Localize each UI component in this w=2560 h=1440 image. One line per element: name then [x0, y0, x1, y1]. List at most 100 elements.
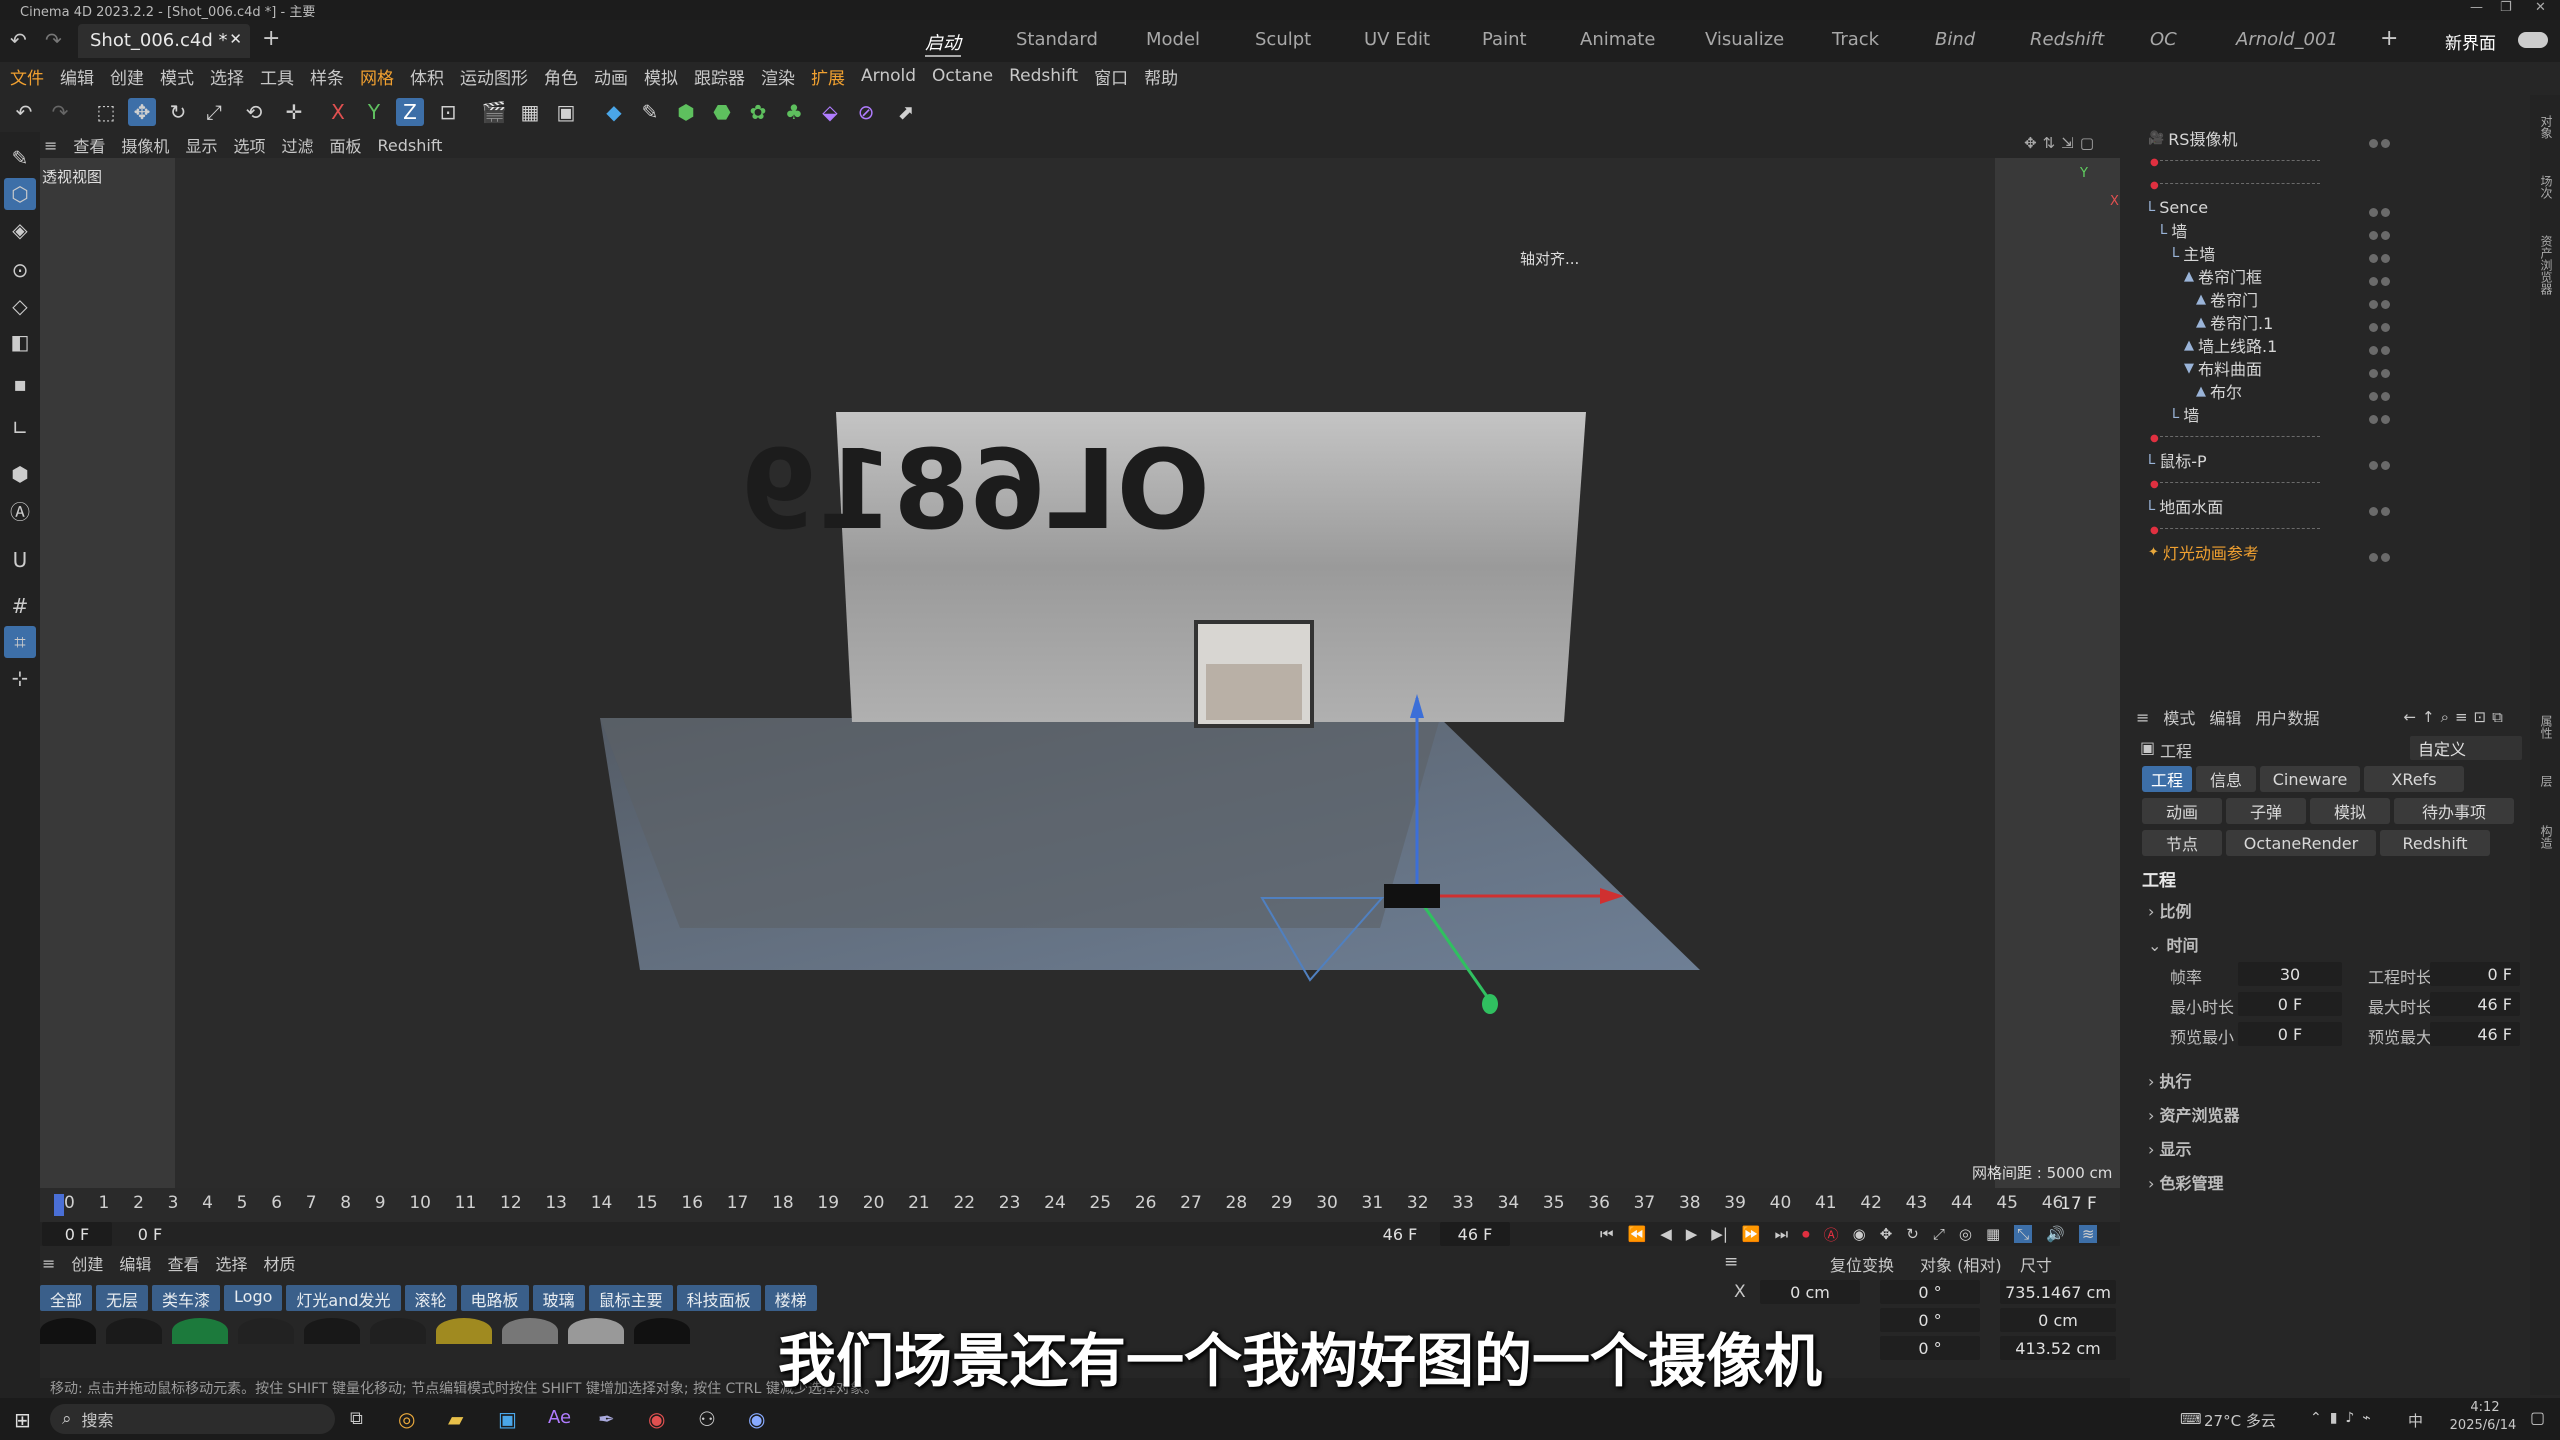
- menu-character[interactable]: 角色: [544, 64, 578, 89]
- perspective-viewport[interactable]: 透视视图 轴对齐... 网格间距 : 5000 cm Y X OL6819: [40, 158, 2120, 1188]
- layout-tab-paint[interactable]: Paint: [1482, 29, 1527, 50]
- menu-extensions[interactable]: 扩展: [811, 64, 845, 89]
- edges-mode-icon[interactable]: ◇: [4, 290, 36, 322]
- close-tab-icon[interactable]: ✕: [229, 30, 242, 48]
- visibility-dots[interactable]: [2366, 317, 2390, 337]
- object-tree-item[interactable]: L墙: [2160, 219, 2187, 241]
- workplane-icon[interactable]: ∟: [4, 412, 36, 444]
- keyboard-icon[interactable]: ⌨: [2180, 1410, 2202, 1428]
- weather-label[interactable]: 27°C 多云: [2204, 1410, 2276, 1431]
- min-time-field[interactable]: 0 F: [2238, 992, 2342, 1016]
- layout-tab-model[interactable]: Model: [1146, 29, 1200, 50]
- menu-help[interactable]: 帮助: [1144, 64, 1178, 89]
- x-axis-lock-icon[interactable]: X: [324, 98, 352, 126]
- menu-tools[interactable]: 工具: [260, 64, 294, 89]
- visibility-dots[interactable]: [2366, 547, 2390, 567]
- attr-tab-bullet[interactable]: 子弹: [2226, 798, 2306, 824]
- coord-system-icon[interactable]: ⊡: [434, 98, 462, 126]
- material-swatch[interactable]: [634, 1318, 690, 1344]
- after-effects-icon[interactable]: Ae: [548, 1407, 571, 1428]
- menu-tracker[interactable]: 跟踪器: [694, 64, 745, 89]
- layout-tab-oc[interactable]: OC: [2150, 29, 2177, 50]
- key-scale-icon[interactable]: ⤢: [1933, 1225, 1945, 1243]
- object-tree-item[interactable]: L 主墙: [2172, 242, 2215, 264]
- object-tree-item[interactable]: ▲ 卷帘门.1: [2196, 311, 2273, 333]
- material-swatch[interactable]: [40, 1318, 96, 1344]
- menu-simulate[interactable]: 模拟: [644, 64, 678, 89]
- notification-icon[interactable]: ▢: [2530, 1408, 2545, 1427]
- object-tree-item[interactable]: ▲ 布尔: [2196, 380, 2242, 402]
- material-tab-techpanel[interactable]: 科技面板: [676, 1285, 761, 1311]
- max-time-field[interactable]: 46 F: [2430, 992, 2520, 1016]
- group-scale-label[interactable]: › 比例: [2148, 898, 2192, 922]
- max-frame-field[interactable]: 46 F: [1370, 1222, 1430, 1246]
- menu-window[interactable]: 窗口: [1094, 64, 1128, 89]
- layout-tab-standard[interactable]: Standard: [1016, 29, 1098, 50]
- visibility-dots[interactable]: [2366, 363, 2390, 383]
- maximize-icon[interactable]: ❐: [2500, 0, 2512, 15]
- task-view-icon[interactable]: ⧉: [350, 1408, 363, 1429]
- visibility-dots[interactable]: [2366, 455, 2390, 475]
- group-time-label[interactable]: ⌄ 时间: [2148, 932, 2199, 956]
- preview-max-field[interactable]: 46 F: [2430, 1022, 2520, 1046]
- fcurve-icon[interactable]: ⤡: [2014, 1225, 2033, 1243]
- viewport-hamburger-icon[interactable]: ≡: [44, 136, 57, 155]
- material-tab-wheel[interactable]: 滚轮: [404, 1285, 457, 1311]
- layout-tab-redshift[interactable]: Redshift: [2030, 29, 2104, 50]
- dock-tab-takes[interactable]: 场次: [2538, 175, 2555, 199]
- visibility-dots[interactable]: [2366, 340, 2390, 360]
- object-tree-item[interactable]: L 地面水面: [2148, 495, 2223, 517]
- layout-tab-uvedit[interactable]: UV Edit: [1364, 29, 1430, 50]
- spline-pen-icon[interactable]: ✎: [636, 98, 664, 126]
- menu-spline[interactable]: 样条: [310, 64, 344, 89]
- attr-tab-simulation[interactable]: 模拟: [2310, 798, 2390, 824]
- attr-tab-xrefs[interactable]: XRefs: [2364, 766, 2464, 792]
- menu-edit[interactable]: 编辑: [60, 64, 94, 89]
- camera-object-icon[interactable]: ⊘: [852, 98, 880, 126]
- size-y-field[interactable]: 0 cm: [2000, 1308, 2116, 1332]
- play-icon[interactable]: ▶: [1686, 1225, 1698, 1243]
- material-menu-material[interactable]: 材质: [263, 1251, 295, 1275]
- visibility-dots[interactable]: [2366, 133, 2390, 153]
- material-menu-create[interactable]: 创建: [71, 1251, 103, 1275]
- grid-icon[interactable]: #: [4, 590, 36, 622]
- undo-icon[interactable]: ↶: [10, 98, 38, 126]
- doc-length-field[interactable]: 0 F: [2430, 962, 2520, 986]
- visibility-dots[interactable]: [2366, 225, 2390, 245]
- object-tree-item[interactable]: ✦ 灯光动画参考: [2148, 541, 2259, 563]
- menu-octane[interactable]: Octane: [932, 66, 993, 86]
- menu-mesh[interactable]: 网格: [360, 64, 394, 89]
- attr-tab-project[interactable]: 工程: [2142, 766, 2192, 792]
- layout-tab-visualize[interactable]: Visualize: [1705, 29, 1784, 50]
- menu-animate[interactable]: 动画: [594, 64, 628, 89]
- viewport-menu-panel[interactable]: 面板: [329, 133, 361, 157]
- snap-icon[interactable]: Ⓐ: [4, 494, 36, 526]
- menu-file[interactable]: 文件: [10, 64, 44, 89]
- group-color-management-label[interactable]: › 色彩管理: [2148, 1170, 2224, 1194]
- menu-mograph[interactable]: 运动图形: [460, 64, 528, 89]
- attr-tab-nodes[interactable]: 节点: [2142, 830, 2222, 856]
- material-tab-stairs[interactable]: 楼梯: [764, 1285, 817, 1311]
- visibility-dots[interactable]: [2366, 271, 2390, 291]
- dock-tab-assets[interactable]: 资产浏览器: [2538, 235, 2555, 295]
- material-tab-all[interactable]: 全部: [40, 1285, 93, 1311]
- viewport-menu-display[interactable]: 显示: [185, 133, 217, 157]
- reset-transform-button[interactable]: 复位变换: [1830, 1252, 1894, 1276]
- menu-select[interactable]: 选择: [210, 64, 244, 89]
- layout-toggle[interactable]: [2518, 32, 2548, 48]
- object-tree-item[interactable]: L墙: [2172, 403, 2199, 425]
- rotation-h-field[interactable]: 0 °: [1880, 1280, 1980, 1304]
- y-axis-lock-icon[interactable]: Y: [360, 98, 388, 126]
- document-tab[interactable]: Shot_006.c4d * ✕: [78, 24, 250, 58]
- attribute-menu-userdata[interactable]: 用户数据: [2255, 705, 2319, 729]
- coord-size-dropdown[interactable]: 尺寸: [2020, 1252, 2052, 1276]
- attr-tab-animation[interactable]: 动画: [2142, 798, 2222, 824]
- cube-object-icon[interactable]: ◆: [600, 98, 628, 126]
- material-tab-glass[interactable]: 玻璃: [532, 1285, 585, 1311]
- recorder-icon[interactable]: ◉: [648, 1407, 665, 1431]
- material-tab-carpaint[interactable]: 类车漆: [152, 1285, 221, 1311]
- workplane-grid-icon[interactable]: ⊹: [4, 662, 36, 694]
- fps-field[interactable]: 30: [2238, 962, 2342, 986]
- scene-icon[interactable]: ⬙: [816, 98, 844, 126]
- material-swatch[interactable]: [502, 1318, 558, 1344]
